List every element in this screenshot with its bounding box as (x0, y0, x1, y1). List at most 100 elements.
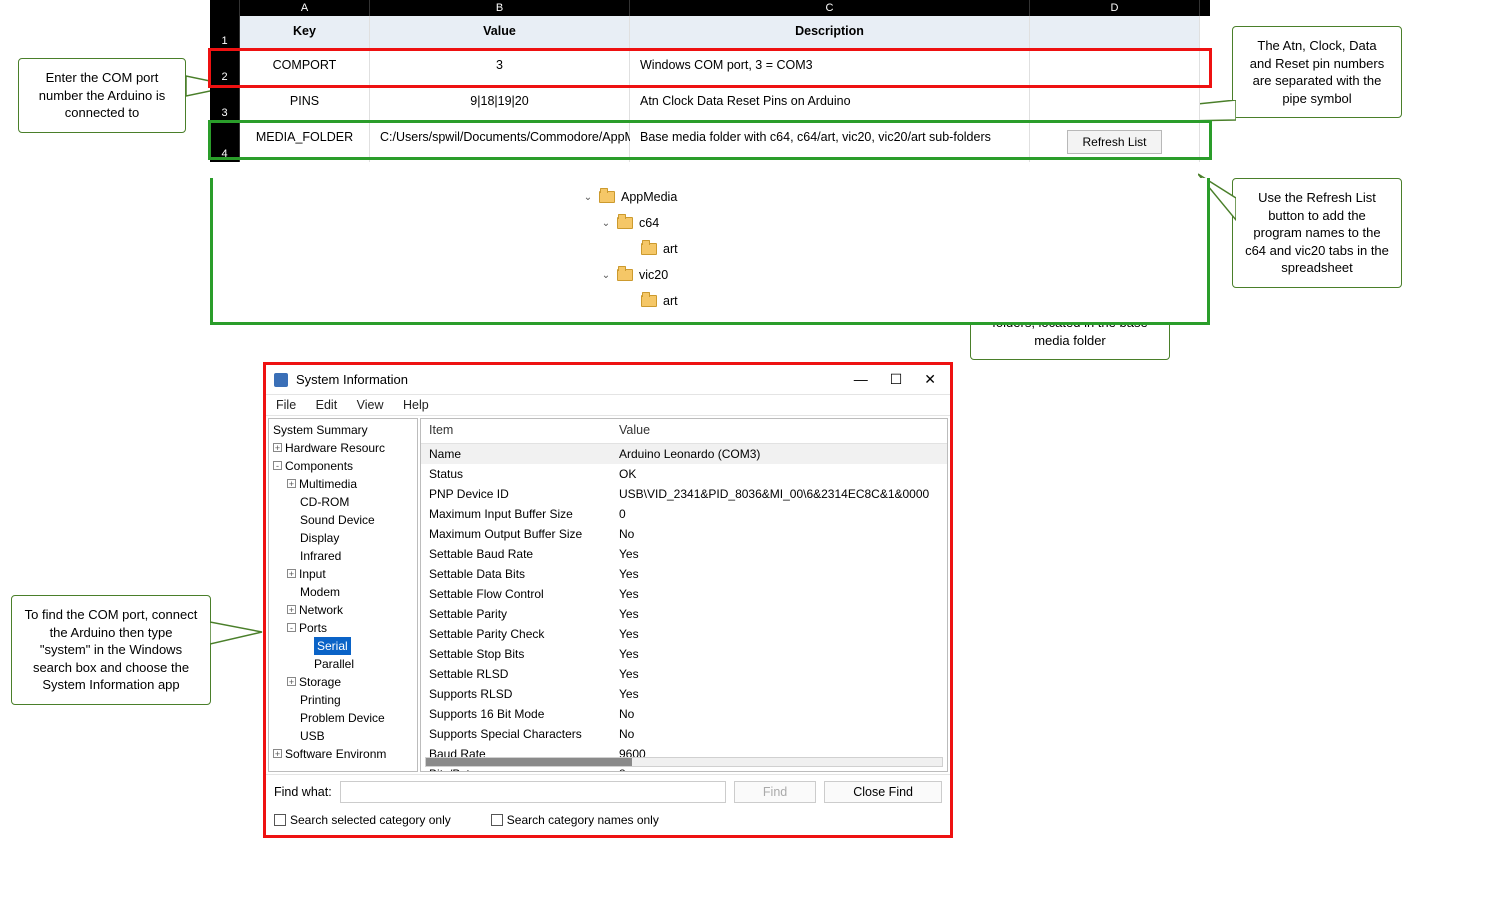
cell-value[interactable]: C:/Users/spwil/Documents/Commodore/AppMe… (370, 122, 630, 162)
expand-icon[interactable]: + (273, 749, 282, 758)
detail-row[interactable]: Supports RLSDYes (421, 684, 947, 704)
tree-node[interactable]: +Software Environm (271, 745, 415, 763)
detail-row[interactable]: PNP Device IDUSB\VID_2341&PID_8036&MI_00… (421, 484, 947, 504)
tree-node[interactable]: -Components (271, 457, 415, 475)
cell-desc[interactable]: Windows COM port, 3 = COM3 (630, 50, 1030, 85)
menu-view[interactable]: View (357, 398, 384, 412)
folder-node[interactable]: ⌄vic20 (213, 262, 1207, 288)
refresh-list-button[interactable]: Refresh List (1067, 130, 1161, 154)
cell-d[interactable] (1030, 86, 1200, 121)
detail-row[interactable]: Settable Parity CheckYes (421, 624, 947, 644)
cell-value[interactable]: 9|18|19|20 (370, 86, 630, 121)
hdr-value: Value (370, 16, 630, 49)
chk-selected-category[interactable]: Search selected category only (274, 813, 451, 827)
folder-node[interactable]: ⌄AppMedia (213, 184, 1207, 210)
detail-value: OK (619, 465, 939, 483)
col-item[interactable]: Item (429, 423, 619, 437)
tree-node[interactable]: +Input (271, 565, 415, 583)
expand-icon[interactable]: - (287, 623, 296, 632)
folder-node[interactable]: art (213, 236, 1207, 262)
expand-icon[interactable]: + (287, 677, 296, 686)
tree-label: Storage (299, 675, 341, 689)
expand-icon[interactable]: + (287, 605, 296, 614)
chevron-down-icon[interactable] (625, 296, 635, 307)
chevron-down-icon[interactable]: ⌄ (601, 218, 611, 229)
detail-row[interactable]: Settable RLSDYes (421, 664, 947, 684)
detail-row[interactable]: Settable ParityYes (421, 604, 947, 624)
expand-icon[interactable]: - (273, 461, 282, 470)
rownum-1[interactable]: 1 (210, 16, 240, 49)
tree-label: System Summary (273, 423, 368, 437)
tree-label: Printing (300, 693, 341, 707)
tree-node[interactable]: +Multimedia (271, 475, 415, 493)
tree-node[interactable]: -Ports (271, 619, 415, 637)
tree-node[interactable]: System Summary (271, 421, 415, 439)
tree-node[interactable]: CD-ROM (271, 493, 415, 511)
col-B[interactable]: B (370, 0, 630, 16)
detail-row[interactable]: Maximum Output Buffer SizeNo (421, 524, 947, 544)
cell-value[interactable]: 3 (370, 50, 630, 85)
checkbox-icon[interactable] (274, 814, 286, 826)
folder-icon (641, 295, 657, 307)
tree-node[interactable]: Printing (271, 691, 415, 709)
chevron-down-icon[interactable]: ⌄ (583, 192, 593, 203)
close-icon[interactable]: ✕ (924, 371, 936, 388)
checkbox-icon[interactable] (491, 814, 503, 826)
cell-d[interactable] (1030, 50, 1200, 85)
detail-row[interactable]: Settable Data BitsYes (421, 564, 947, 584)
minimize-icon[interactable]: — (854, 371, 868, 388)
titlebar[interactable]: System Information — ☐ ✕ (266, 365, 950, 395)
rownum[interactable]: 4 (210, 122, 240, 162)
detail-row[interactable]: NameArduino Leonardo (COM3) (421, 444, 947, 464)
tree-node[interactable]: +Network (271, 601, 415, 619)
tree-node[interactable]: +Hardware Resourc (271, 439, 415, 457)
tree-node[interactable]: USB (271, 727, 415, 745)
tree-node[interactable]: +Storage (271, 673, 415, 691)
chk-category-names[interactable]: Search category names only (491, 813, 659, 827)
detail-value: No (619, 525, 939, 543)
chevron-down-icon[interactable]: ⌄ (601, 270, 611, 281)
detail-row[interactable]: Settable Flow ControlYes (421, 584, 947, 604)
maximize-icon[interactable]: ☐ (890, 371, 903, 388)
tree-node[interactable]: Parallel (271, 655, 415, 673)
detail-row[interactable]: Maximum Input Buffer Size0 (421, 504, 947, 524)
cell-desc[interactable]: Atn Clock Data Reset Pins on Arduino (630, 86, 1030, 121)
find-input[interactable] (340, 781, 726, 803)
tree-node[interactable]: Modem (271, 583, 415, 601)
cell-key[interactable]: PINS (240, 86, 370, 121)
tree-node[interactable]: Display (271, 529, 415, 547)
cell-d[interactable]: Refresh List (1030, 122, 1200, 162)
cell-key[interactable]: COMPORT (240, 50, 370, 85)
detail-value: Yes (619, 605, 939, 623)
cell-key[interactable]: MEDIA_FOLDER (240, 122, 370, 162)
tree-node[interactable]: Infrared (271, 547, 415, 565)
rownum[interactable]: 2 (210, 50, 240, 85)
menu-edit[interactable]: Edit (316, 398, 338, 412)
folder-node[interactable]: ⌄c64 (213, 210, 1207, 236)
detail-row[interactable]: StatusOK (421, 464, 947, 484)
horizontal-scrollbar[interactable] (425, 757, 943, 767)
chevron-down-icon[interactable] (625, 244, 635, 255)
expand-icon[interactable]: + (287, 479, 296, 488)
rownum[interactable]: 3 (210, 86, 240, 121)
find-button[interactable]: Find (734, 781, 816, 803)
category-tree[interactable]: System Summary +Hardware Resourc-Componen… (268, 418, 418, 772)
cell-desc[interactable]: Base media folder with c64, c64/art, vic… (630, 122, 1030, 162)
col-D[interactable]: D (1030, 0, 1200, 16)
folder-node[interactable]: art (213, 288, 1207, 314)
detail-row[interactable]: Supports Special CharactersNo (421, 724, 947, 744)
tree-node[interactable]: Problem Device (271, 709, 415, 727)
col-C[interactable]: C (630, 0, 1030, 16)
tree-node[interactable]: Serial (271, 637, 415, 655)
menu-help[interactable]: Help (403, 398, 429, 412)
close-find-button[interactable]: Close Find (824, 781, 942, 803)
expand-icon[interactable]: + (273, 443, 282, 452)
tree-node[interactable]: Sound Device (271, 511, 415, 529)
detail-row[interactable]: Supports 16 Bit ModeNo (421, 704, 947, 724)
detail-row[interactable]: Settable Stop BitsYes (421, 644, 947, 664)
menu-file[interactable]: File (276, 398, 296, 412)
expand-icon[interactable]: + (287, 569, 296, 578)
detail-row[interactable]: Settable Baud RateYes (421, 544, 947, 564)
col-A[interactable]: A (240, 0, 370, 16)
col-value[interactable]: Value (619, 423, 939, 437)
